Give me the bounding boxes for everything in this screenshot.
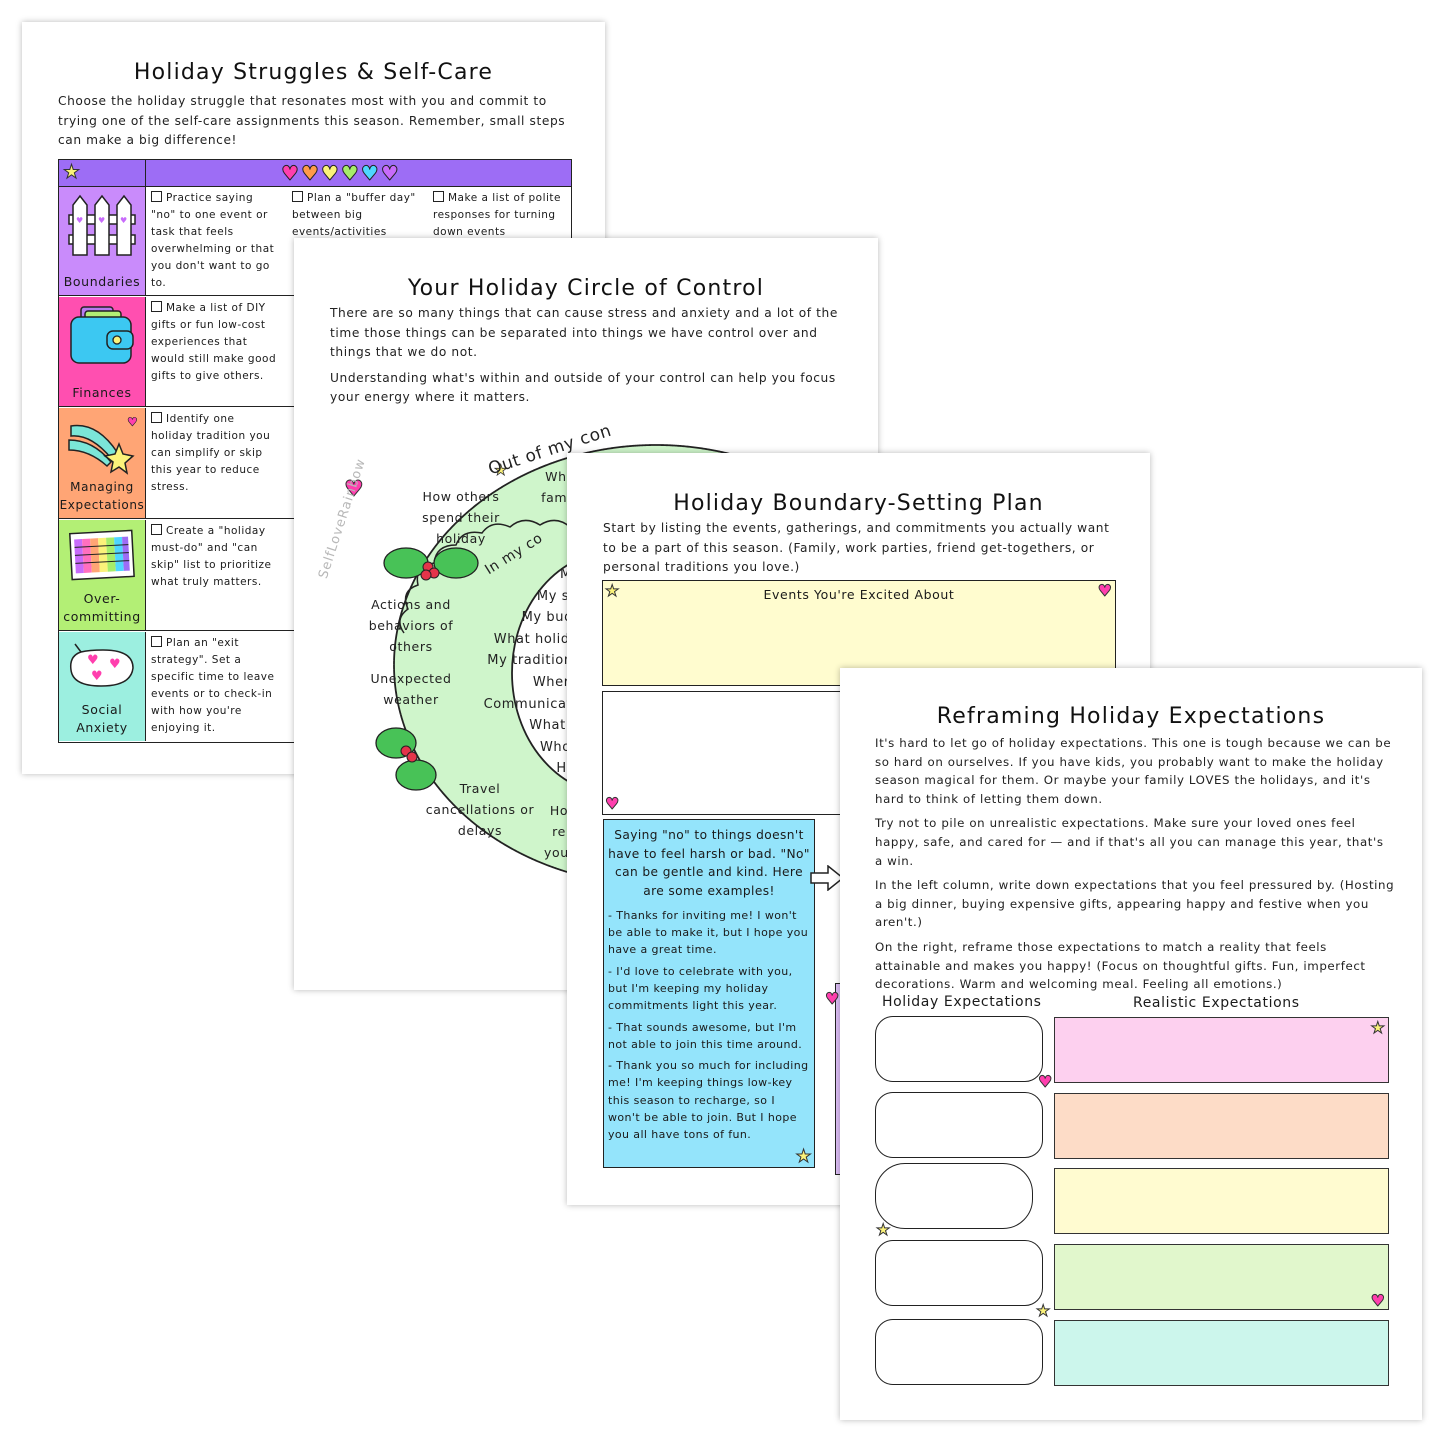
rainbow-hearts: ♥ ♥ ♥ ♥ ♥ ♥ xyxy=(281,161,400,185)
assignment-item[interactable]: Practice saying "no" to one event or tas… xyxy=(151,190,279,292)
svg-text:♥: ♥ xyxy=(109,657,121,672)
speech-bubble-hearts-icon: ♥ ♥♥ xyxy=(69,643,134,687)
example-response: - Thanks for inviting me! I won't be abl… xyxy=(608,908,809,957)
expectation-bubble[interactable] xyxy=(875,1163,1033,1229)
assignment-item[interactable]: Plan a "buffer day" between big events/a… xyxy=(292,190,420,241)
star-icon: ★ xyxy=(795,1146,812,1167)
column-header-right: Realistic Expectations xyxy=(1133,995,1300,1011)
example-response: - I'd love to celebrate with you, but I'… xyxy=(608,964,793,1013)
outside-control-item: How others spend their holiday xyxy=(422,489,500,546)
column-header-left: Holiday Expectations xyxy=(882,994,1042,1010)
star-icon: ★ xyxy=(62,161,81,183)
star-icon: ★ xyxy=(1370,1018,1385,1037)
checkbox[interactable] xyxy=(151,191,162,202)
heart-icon: ♥ xyxy=(360,161,379,185)
worksheet-reframing-expectations: Reframing Holiday Expectations It's hard… xyxy=(840,668,1422,1420)
heart-icon: ♥ xyxy=(824,989,840,1008)
category-label: Finances xyxy=(72,385,132,400)
box-label: Events You're Excited About xyxy=(763,587,955,602)
expectation-bubble[interactable] xyxy=(875,1240,1043,1306)
intro-text: There are so many things that can cause … xyxy=(330,306,838,404)
checkbox[interactable] xyxy=(292,191,303,202)
checkbox[interactable] xyxy=(433,191,444,202)
star-icon: ★ xyxy=(1035,1301,1051,1320)
checkbox[interactable] xyxy=(151,301,162,312)
category-label: Over-committing xyxy=(63,591,141,624)
svg-text:♥: ♥ xyxy=(120,216,127,225)
realistic-expectation-box[interactable]: ★ xyxy=(1054,1017,1389,1083)
page-title: Holiday Boundary-Setting Plan xyxy=(673,491,1044,516)
heart-icon: ♥ xyxy=(320,161,339,185)
category-label: Social Anxiety xyxy=(76,702,128,735)
svg-text:♥: ♥ xyxy=(76,216,83,225)
page-title: Reframing Holiday Expectations xyxy=(936,704,1326,729)
heart-icon: ♥ xyxy=(1037,1072,1053,1091)
page-title: Holiday Struggles & Self-Care xyxy=(133,60,494,85)
svg-text:♥: ♥ xyxy=(91,669,103,684)
heart-icon: ♥ xyxy=(380,161,399,185)
saying-no-note: Saying "no" to things doesn't have to fe… xyxy=(603,819,815,1168)
intro-text: It's hard to let go of holiday expectati… xyxy=(875,736,1395,992)
svg-text:♥: ♥ xyxy=(87,653,99,668)
heart-icon: ♥ xyxy=(604,794,620,813)
intro-text: Start by listing the events, gatherings,… xyxy=(603,521,1110,574)
outside-control-item: Actions and behaviors of others xyxy=(368,597,454,654)
checkbox[interactable] xyxy=(151,412,162,423)
note-lead: Saying "no" to things doesn't have to fe… xyxy=(608,828,810,899)
heart-icon: ♥ xyxy=(340,161,359,185)
realistic-expectation-box[interactable]: ♥ xyxy=(1054,1244,1389,1310)
realistic-expectation-box[interactable] xyxy=(1054,1168,1389,1234)
expectation-bubble[interactable] xyxy=(875,1319,1043,1385)
outside-control-item: Travel cancellations or delays xyxy=(425,781,535,838)
arrow-right-icon xyxy=(810,865,844,891)
checkbox[interactable] xyxy=(151,636,162,647)
wallet-icon xyxy=(70,306,134,364)
shooting-star-icon: ♥ xyxy=(68,415,137,475)
realistic-expectation-box[interactable] xyxy=(1054,1320,1389,1386)
calendar-icon xyxy=(68,529,135,581)
category-label: Boundaries xyxy=(63,274,141,289)
svg-text:♥: ♥ xyxy=(127,415,137,429)
outside-control-item: Unexpected weather xyxy=(370,671,452,707)
example-response: - That sounds awesome, but I'm not able … xyxy=(608,1020,803,1051)
assignment-item[interactable]: Identify one holiday tradition you can s… xyxy=(151,411,279,496)
category-label: Managing Expectations xyxy=(59,480,145,512)
row-category: ♥ ♥ ♥ Social Anxiety xyxy=(59,632,146,741)
svg-text:♥: ♥ xyxy=(98,216,105,225)
heart-icon: ♥ xyxy=(300,161,319,185)
heart-icon: ♥ xyxy=(1370,1291,1385,1310)
row-category: Finances xyxy=(59,297,146,406)
realistic-expectation-box[interactable] xyxy=(1054,1093,1389,1159)
fence-icon: ♥ ♥ ♥ xyxy=(68,194,136,256)
assignment-item[interactable]: Plan an "exit strategy". Set a specific … xyxy=(151,635,279,737)
row-category: ♥ ♥ ♥ Boundaries xyxy=(59,187,146,295)
page-title: Your Holiday Circle of Control xyxy=(407,276,765,301)
expectation-bubble[interactable] xyxy=(875,1092,1043,1158)
expectation-bubble[interactable] xyxy=(875,1016,1043,1082)
row-category: Over-committing xyxy=(59,520,146,630)
row-category: ♥ Managing Expectations xyxy=(59,408,146,518)
assignment-item[interactable]: Make a list of DIY gifts or fun low-cost… xyxy=(151,300,279,385)
example-response: - Thank you so much for including me! I'… xyxy=(608,1059,809,1142)
assignment-item[interactable]: Create a "holiday must-do" and "can skip… xyxy=(151,523,279,591)
checkbox[interactable] xyxy=(151,524,162,535)
header-corner: ★ xyxy=(59,160,146,186)
intro-text: Choose the holiday struggle that resonat… xyxy=(58,94,566,147)
assignment-item[interactable]: Make a list of polite responses for turn… xyxy=(433,190,561,241)
star-icon: ★ xyxy=(875,1220,891,1239)
table-header: ★ ♥ ♥ ♥ ♥ ♥ ♥ xyxy=(59,160,571,187)
heart-icon: ♥ xyxy=(281,161,300,185)
